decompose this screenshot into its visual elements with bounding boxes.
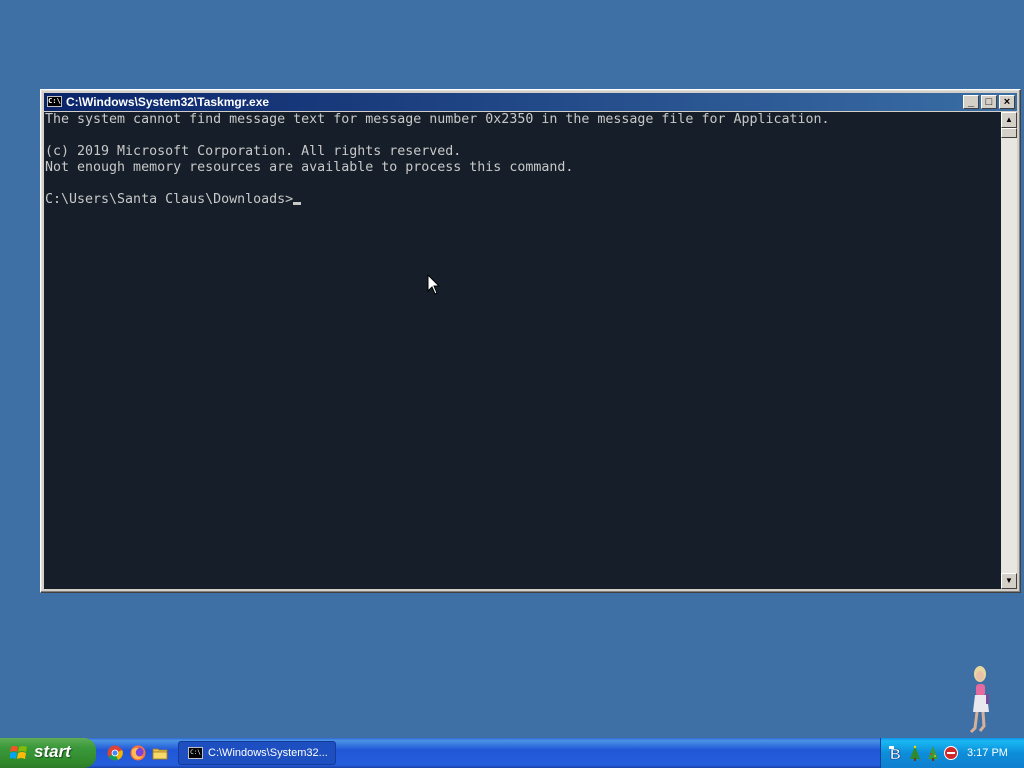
console-window[interactable]: C:\ C:\Windows\System32\Taskmgr.exe _ □ …	[40, 89, 1021, 593]
taskbar: start C:\ C:\Windows\System32... B 3:17 …	[0, 738, 1024, 768]
console-line: The system cannot find message text for …	[45, 112, 830, 127]
tree-icon[interactable]	[925, 745, 941, 761]
clock[interactable]: 3:17 PM	[967, 738, 1008, 768]
start-button[interactable]: start	[0, 738, 96, 768]
tb-icon[interactable]: B	[889, 745, 905, 761]
scroll-down-button[interactable]: ▼	[1001, 573, 1017, 589]
system-tray: B 3:17 PM	[880, 738, 1024, 768]
maximize-button[interactable]: □	[981, 95, 997, 109]
console-line: (c) 2019 Microsoft Corporation. All righ…	[45, 144, 462, 159]
stop-icon[interactable]	[943, 745, 959, 761]
command-prompt: C:\Users\Santa Claus\Downloads>	[45, 192, 294, 207]
console-line: Not enough memory resources are availabl…	[45, 160, 574, 175]
windows-logo-icon	[10, 746, 27, 759]
cmd-icon: C:\	[188, 747, 203, 759]
scroll-up-button[interactable]: ▲	[1001, 112, 1017, 128]
cmd-icon[interactable]: C:\	[47, 96, 62, 107]
minimize-button[interactable]: _	[963, 95, 979, 109]
start-label: start	[34, 742, 71, 761]
text-cursor	[293, 202, 302, 205]
window-titlebar[interactable]: C:\ C:\Windows\System32\Taskmgr.exe _ □ …	[44, 93, 1017, 111]
console-output[interactable]: The system cannot find message text for …	[44, 112, 1001, 589]
close-button[interactable]: ×	[999, 95, 1015, 109]
chrome-icon[interactable]	[107, 745, 123, 761]
folder-icon[interactable]	[152, 745, 168, 761]
desktop-character-icon	[969, 666, 989, 734]
mouse-pointer-icon	[427, 274, 441, 295]
tree-icon[interactable]	[907, 745, 923, 761]
vertical-scrollbar[interactable]: ▲ ▼	[1001, 112, 1017, 589]
taskbar-item-console[interactable]: C:\ C:\Windows\System32...	[178, 741, 336, 765]
scroll-thumb[interactable]	[1001, 128, 1017, 138]
taskbar-item-label: C:\Windows\System32...	[208, 747, 328, 759]
window-title: C:\Windows\System32\Taskmgr.exe	[66, 95, 270, 109]
firefox-icon[interactable]	[130, 745, 146, 761]
